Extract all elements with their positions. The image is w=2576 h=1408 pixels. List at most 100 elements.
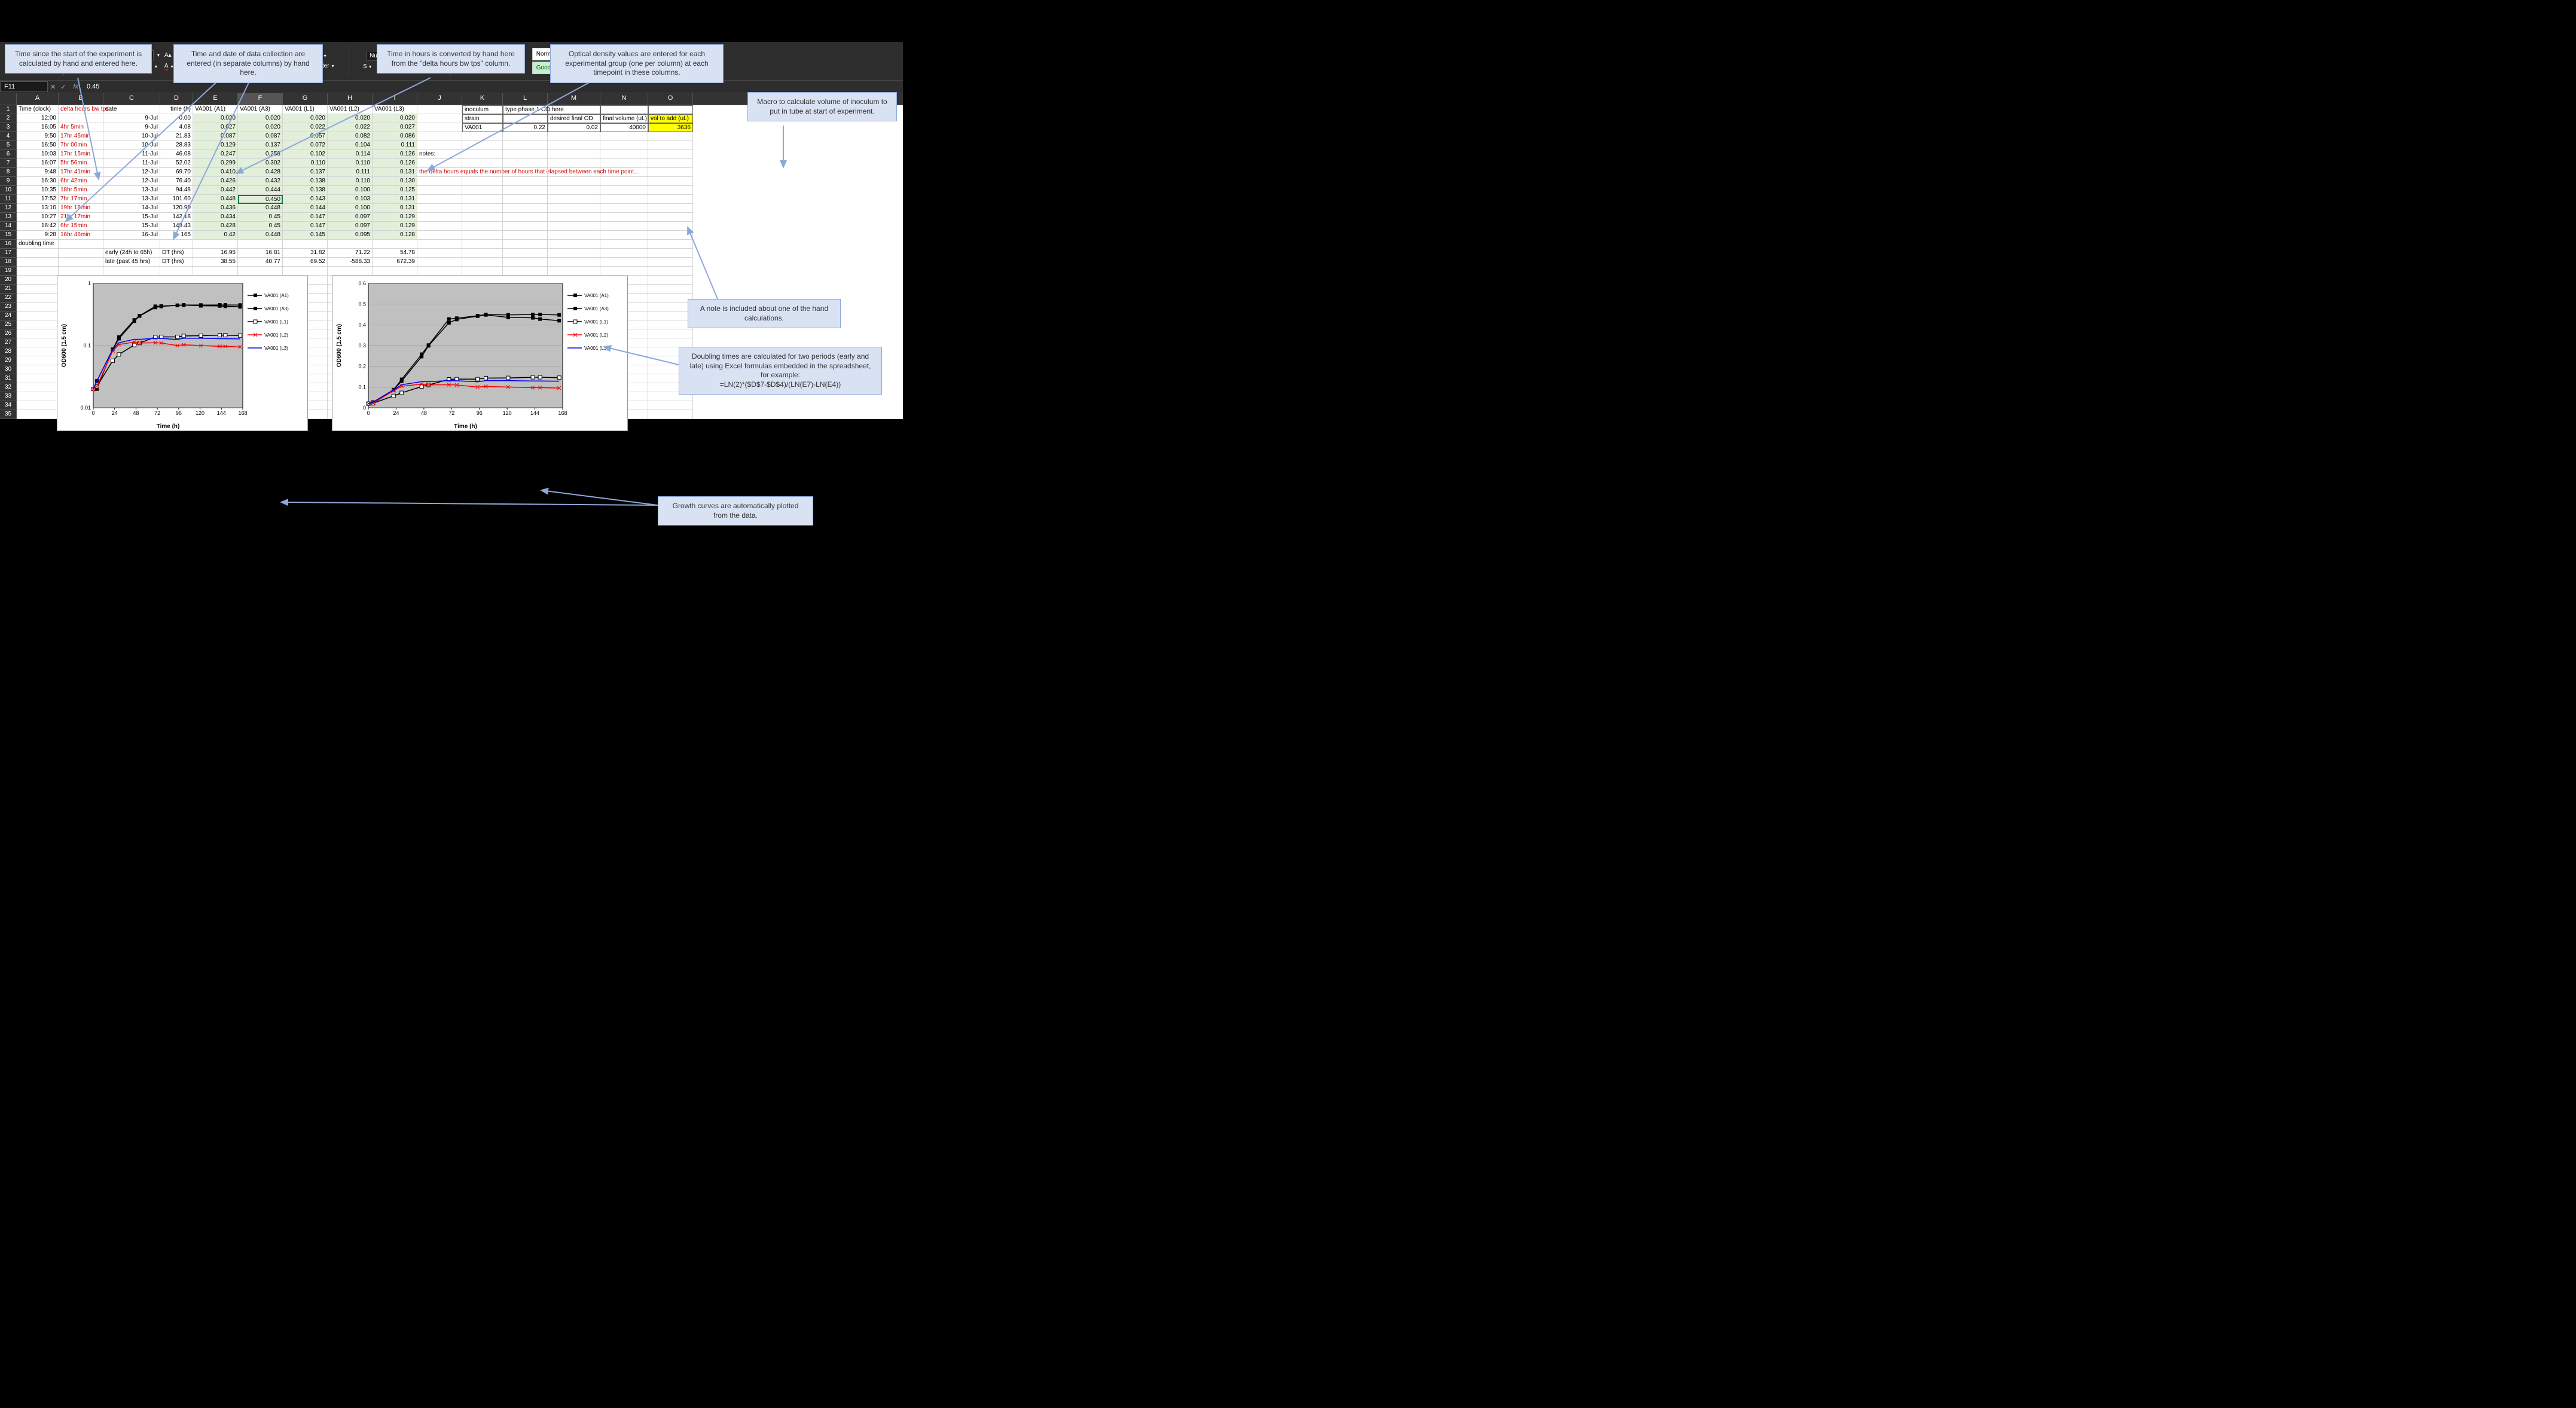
cell[interactable]: 9:48 (17, 168, 59, 177)
cell[interactable] (238, 240, 283, 249)
cell[interactable] (59, 258, 103, 267)
cell[interactable]: 6hr 42min (59, 177, 103, 186)
cell[interactable] (503, 177, 548, 186)
cell[interactable] (648, 294, 693, 303)
cell[interactable]: 16hr 46min (59, 231, 103, 240)
cell[interactable] (59, 114, 103, 123)
cell[interactable] (283, 240, 328, 249)
cell[interactable] (462, 132, 503, 141)
cell[interactable]: 5hr 56min (59, 159, 103, 168)
cell[interactable]: 0.095 (328, 231, 373, 240)
cell[interactable] (17, 303, 59, 311)
cell[interactable] (600, 222, 648, 231)
cell[interactable] (600, 204, 648, 213)
cell[interactable] (648, 222, 693, 231)
row-header[interactable]: 18 (0, 258, 17, 267)
cell[interactable]: 0.45 (238, 222, 283, 231)
row-header[interactable]: 10 (0, 186, 17, 195)
cell[interactable]: vol to add (uL) (648, 114, 693, 123)
cell[interactable] (548, 141, 600, 150)
cell[interactable]: 0.448 (193, 195, 238, 204)
cell[interactable] (462, 258, 503, 267)
cell[interactable] (600, 168, 648, 177)
cell[interactable] (648, 249, 693, 258)
cell[interactable] (648, 204, 693, 213)
cell[interactable]: 0.302 (238, 159, 283, 168)
formula-input[interactable] (83, 82, 903, 91)
cell[interactable]: 0.020 (238, 114, 283, 123)
cell[interactable] (17, 320, 59, 329)
cell[interactable]: 0.102 (283, 150, 328, 159)
cell[interactable]: 0.131 (373, 195, 417, 204)
cell[interactable]: 16:50 (17, 141, 59, 150)
cell[interactable] (17, 329, 59, 338)
row-header[interactable]: 35 (0, 410, 17, 419)
cell[interactable]: 0.110 (328, 177, 373, 186)
cell[interactable] (648, 141, 693, 150)
cell[interactable] (17, 401, 59, 410)
cell[interactable] (417, 195, 462, 204)
cell[interactable] (17, 365, 59, 374)
cell[interactable] (59, 240, 103, 249)
cell[interactable] (462, 222, 503, 231)
cell[interactable] (548, 258, 600, 267)
cell[interactable] (193, 267, 238, 276)
cell[interactable]: 0.082 (328, 132, 373, 141)
cell[interactable]: 0.145 (283, 231, 328, 240)
cell[interactable] (548, 267, 600, 276)
cell[interactable]: VA001 (462, 123, 503, 132)
cell[interactable]: 0.126 (373, 150, 417, 159)
cell[interactable] (600, 186, 648, 195)
cell[interactable]: 9-Jul (103, 123, 160, 132)
cell[interactable]: 3636 (648, 123, 693, 132)
col-header-A[interactable]: A (17, 93, 59, 105)
cell[interactable]: 0.100 (328, 186, 373, 195)
cell[interactable]: 18hr 5min (59, 186, 103, 195)
row-header[interactable]: 29 (0, 356, 17, 365)
row-header[interactable]: 12 (0, 204, 17, 213)
cell[interactable] (417, 213, 462, 222)
cell[interactable]: 40000 (600, 123, 648, 132)
cell[interactable] (600, 150, 648, 159)
cell[interactable]: 0.100 (328, 204, 373, 213)
cell[interactable]: 12-Jul (103, 168, 160, 177)
cell[interactable]: 0.436 (193, 204, 238, 213)
cell[interactable] (648, 258, 693, 267)
cell[interactable] (648, 168, 693, 177)
col-header-J[interactable]: J (417, 93, 462, 105)
row-header[interactable]: 9 (0, 177, 17, 186)
row-header[interactable]: 16 (0, 240, 17, 249)
cell[interactable] (548, 132, 600, 141)
cell[interactable] (600, 105, 648, 114)
cell[interactable]: 0.131 (373, 204, 417, 213)
cell[interactable]: 0.444 (238, 186, 283, 195)
cell[interactable]: 16:05 (17, 123, 59, 132)
col-header-F[interactable]: F (238, 93, 283, 105)
cell[interactable]: 0.428 (193, 222, 238, 231)
cell[interactable]: 9-Jul (103, 114, 160, 123)
cell[interactable]: 0.434 (193, 213, 238, 222)
cell[interactable] (17, 383, 59, 392)
col-header-C[interactable]: C (103, 93, 160, 105)
cell[interactable]: 0.110 (328, 159, 373, 168)
cell[interactable] (59, 249, 103, 258)
cell[interactable]: 0.410 (193, 168, 238, 177)
row-header[interactable]: 2 (0, 114, 17, 123)
cell[interactable]: 16-Jul (103, 231, 160, 240)
cell[interactable] (648, 311, 693, 320)
cell[interactable] (503, 132, 548, 141)
cell[interactable]: 0.027 (373, 123, 417, 132)
cell[interactable] (193, 240, 238, 249)
cell[interactable]: 0.143 (283, 195, 328, 204)
cell[interactable]: 17:52 (17, 195, 59, 204)
cell[interactable]: 15-Jul (103, 222, 160, 231)
cell[interactable]: 0.426 (193, 177, 238, 186)
cell[interactable] (648, 303, 693, 311)
cell[interactable]: 0.02 (548, 123, 600, 132)
col-header-N[interactable]: N (600, 93, 648, 105)
cell[interactable]: 0.020 (373, 114, 417, 123)
cell[interactable] (417, 186, 462, 195)
cell[interactable] (17, 249, 59, 258)
cell[interactable]: 0.42 (193, 231, 238, 240)
cell[interactable] (503, 195, 548, 204)
